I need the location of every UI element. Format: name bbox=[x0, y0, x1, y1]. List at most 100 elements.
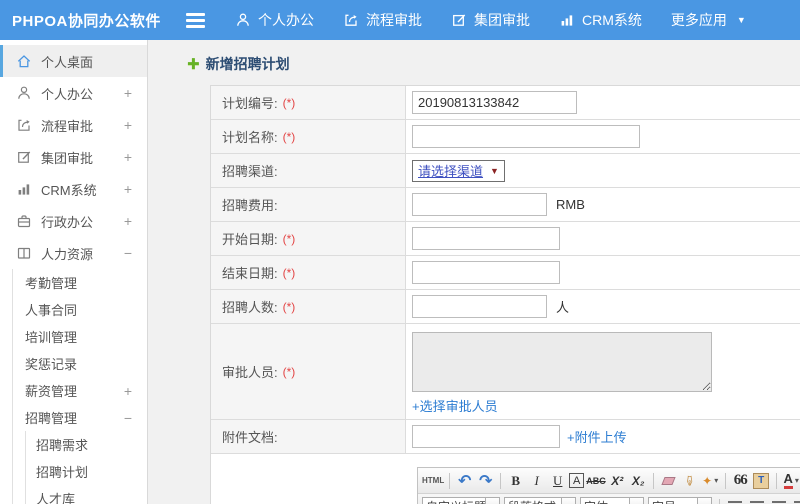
select-approver-link[interactable]: +选择审批人员 bbox=[412, 396, 498, 415]
sidebar-item-hr[interactable]: 人力资源 − bbox=[0, 237, 147, 269]
workflow-icon bbox=[16, 117, 32, 133]
expand-icon[interactable]: + bbox=[124, 149, 132, 165]
form-row-plan-name: 计划名称: (*) bbox=[211, 120, 800, 154]
bold-button[interactable]: B bbox=[506, 471, 525, 491]
sidebar-label: 流程审批 bbox=[41, 118, 94, 134]
headcount-input[interactable] bbox=[412, 295, 547, 318]
required-mark: (*) bbox=[282, 129, 296, 144]
sidebar-item-talent-pool[interactable]: 人才库 bbox=[26, 485, 147, 504]
sidebar-item-hr-contract[interactable]: 人事合同 bbox=[13, 296, 147, 323]
heading-select[interactable]: 自定义标题 ▼ bbox=[422, 496, 500, 504]
form-row-attachment: 附件文档: +附件上传 bbox=[211, 420, 800, 454]
sidebar-item-training[interactable]: 培训管理 bbox=[13, 323, 147, 350]
nav-workflow-approval[interactable]: 流程审批 bbox=[343, 10, 422, 30]
attachment-input[interactable] bbox=[412, 425, 560, 448]
workflow-icon bbox=[343, 12, 359, 28]
chevron-down-icon[interactable]: ▼ bbox=[562, 496, 576, 504]
strikethrough-button[interactable]: ABC bbox=[586, 471, 606, 491]
expand-icon[interactable]: + bbox=[124, 181, 132, 197]
auto-format-icon[interactable]: ✦ ▾ bbox=[701, 471, 720, 491]
chevron-down-icon: ▼ bbox=[736, 15, 746, 25]
nav-label: 集团审批 bbox=[474, 12, 530, 28]
start-date-input[interactable] bbox=[412, 227, 560, 250]
nav-more-apps[interactable]: 更多应用 ▼ bbox=[671, 10, 746, 30]
sidebar-label: 培训管理 bbox=[25, 330, 78, 345]
html-source-button[interactable]: HTML bbox=[422, 471, 444, 491]
sidebar-item-recruit-plan[interactable]: 招聘计划 bbox=[26, 458, 147, 485]
plan-no-input[interactable] bbox=[412, 91, 577, 114]
collapse-icon[interactable]: − bbox=[124, 245, 132, 261]
sidebar-item-crm[interactable]: CRM系统 + bbox=[0, 173, 147, 205]
required-mark: (*) bbox=[282, 95, 296, 110]
editor-toolbar-row2: 自定义标题 ▼ 段落格式 ▼ 字体 ▼ 字号 ▼ bbox=[418, 494, 800, 504]
sidebar-item-recruit-demand[interactable]: 招聘需求 bbox=[26, 431, 147, 458]
chevron-down-icon[interactable]: ▼ bbox=[630, 496, 644, 504]
required-mark: (*) bbox=[282, 265, 296, 280]
chevron-down-icon[interactable]: ▼ bbox=[698, 496, 712, 504]
paste-word-icon[interactable]: T bbox=[752, 471, 771, 491]
field-label: 招聘人数: (*) bbox=[211, 290, 406, 323]
chart-icon bbox=[16, 181, 32, 197]
recruit-submenu: 招聘需求 招聘计划 人才库 bbox=[25, 431, 147, 504]
sidebar-label: 集团审批 bbox=[41, 150, 94, 166]
blockquote-button[interactable]: 66 bbox=[731, 471, 750, 491]
expand-icon[interactable]: + bbox=[124, 383, 132, 399]
chart-icon bbox=[559, 12, 575, 28]
format-clear-icon[interactable] bbox=[659, 471, 678, 491]
editor-toolbar-row1: HTML ↶ ↷ B I U A ABC X² X₂ ✑ ✦ ▾ 66 T A … bbox=[418, 468, 800, 494]
sidebar-item-admin-office[interactable]: 行政办公 + bbox=[0, 205, 147, 237]
font-size-select[interactable]: 字号 ▼ bbox=[648, 496, 712, 504]
font-color-button[interactable]: A ▾ bbox=[782, 471, 800, 491]
format-brush-icon[interactable]: ✑ bbox=[679, 471, 699, 490]
sidebar-item-attendance[interactable]: 考勤管理 bbox=[13, 269, 147, 296]
nav-label: 个人办公 bbox=[258, 12, 314, 28]
approver-textarea[interactable] bbox=[412, 332, 712, 392]
chevron-down-icon: ▾ bbox=[714, 476, 719, 485]
subscript-button[interactable]: X₂ bbox=[629, 471, 648, 491]
nav-label: CRM系统 bbox=[582, 12, 642, 28]
expand-icon[interactable]: + bbox=[124, 213, 132, 229]
underline-button[interactable]: U bbox=[548, 471, 567, 491]
sidebar-label: 行政办公 bbox=[41, 214, 94, 230]
form-row-plan-no: 计划编号: (*) bbox=[211, 86, 800, 120]
nav-personal-office[interactable]: 个人办公 bbox=[235, 10, 314, 30]
italic-button[interactable]: I bbox=[527, 471, 546, 491]
sidebar-label: 招聘管理 bbox=[25, 411, 78, 426]
font-family-select[interactable]: 字体 ▼ bbox=[580, 496, 644, 504]
form-row-end-date: 结束日期: (*) bbox=[211, 256, 800, 290]
channel-select[interactable]: 请选择渠道 ▼ bbox=[412, 159, 505, 182]
sidebar-item-group-approval[interactable]: 集团审批 + bbox=[0, 141, 147, 173]
field-label: 结束日期: (*) bbox=[211, 256, 406, 289]
plan-name-input[interactable] bbox=[412, 125, 640, 148]
sidebar-label: CRM系统 bbox=[41, 182, 97, 198]
sidebar-item-workflow-approval[interactable]: 流程审批 + bbox=[0, 109, 147, 141]
cost-input[interactable] bbox=[412, 193, 547, 216]
superscript-button[interactable]: X² bbox=[608, 471, 627, 491]
menu-toggle-icon[interactable] bbox=[186, 12, 205, 28]
chevron-down-icon[interactable]: ▼ bbox=[486, 496, 500, 504]
field-label: 招聘渠道: bbox=[211, 154, 406, 187]
redo-icon[interactable]: ↷ bbox=[476, 471, 495, 491]
upload-attachment-link[interactable]: +附件上传 bbox=[567, 427, 627, 446]
undo-icon[interactable]: ↶ bbox=[455, 471, 474, 491]
end-date-input[interactable] bbox=[412, 261, 560, 284]
expand-icon[interactable]: + bbox=[124, 85, 132, 101]
sidebar-item-desktop[interactable]: 个人桌面 bbox=[0, 45, 147, 77]
field-label: 附件文档: bbox=[211, 420, 406, 453]
expand-icon[interactable]: + bbox=[124, 117, 132, 133]
sidebar-item-rewards[interactable]: 奖惩记录 bbox=[13, 350, 147, 377]
autotypeset-button[interactable]: A bbox=[569, 473, 585, 488]
paragraph-select[interactable]: 段落格式 ▼ bbox=[504, 496, 576, 504]
top-bar: PHPOA协同办公软件 个人办公 流程审批 集团审批 CRM系统 更多应用 ▼ bbox=[0, 0, 800, 40]
form-row-editor: HTML ↶ ↷ B I U A ABC X² X₂ ✑ ✦ ▾ 66 T A … bbox=[211, 454, 800, 504]
richtext-editor: HTML ↶ ↷ B I U A ABC X² X₂ ✑ ✦ ▾ 66 T A … bbox=[417, 467, 800, 504]
hr-submenu: 考勤管理 人事合同 培训管理 奖惩记录 薪资管理 + 招聘管理 − 招聘需求 招… bbox=[12, 269, 147, 504]
nav-crm[interactable]: CRM系统 bbox=[559, 10, 642, 30]
form-row-start-date: 开始日期: (*) bbox=[211, 222, 800, 256]
sidebar-item-recruit-mgmt[interactable]: 招聘管理 − bbox=[13, 404, 147, 431]
collapse-icon[interactable]: − bbox=[124, 410, 132, 426]
sidebar-item-personal-office[interactable]: 个人办公 + bbox=[0, 77, 147, 109]
nav-group-approval[interactable]: 集团审批 bbox=[451, 10, 530, 30]
user-icon bbox=[235, 12, 251, 28]
sidebar-item-salary[interactable]: 薪资管理 + bbox=[13, 377, 147, 404]
